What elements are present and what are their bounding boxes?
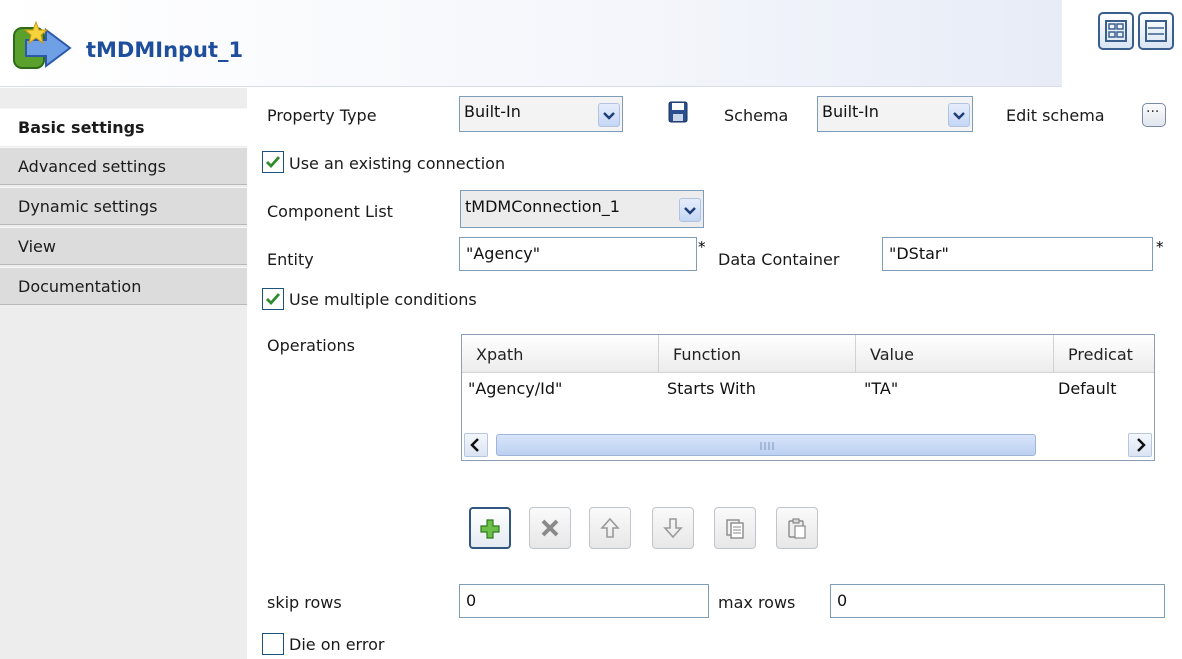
table-header: Xpath Function Value Predicat [462, 335, 1154, 373]
data-container-label: Data Container [718, 250, 840, 269]
operations-table[interactable]: Xpath Function Value Predicat "Agency/Id… [461, 334, 1155, 461]
column-header-function[interactable]: Function [659, 335, 856, 373]
operations-label: Operations [267, 336, 355, 355]
die-on-error-checkbox[interactable] [262, 633, 284, 655]
scroll-left-icon[interactable] [464, 433, 488, 457]
property-type-label: Property Type [267, 106, 377, 125]
tab-view[interactable]: View [0, 227, 247, 265]
chevron-down-icon[interactable] [948, 103, 970, 127]
delete-row-button[interactable] [529, 507, 571, 549]
edit-schema-button[interactable]: ... [1142, 100, 1166, 127]
row-layout-icon[interactable] [1138, 12, 1174, 50]
scroll-thumb[interactable] [496, 434, 1036, 456]
property-type-select[interactable]: Built-In [459, 96, 623, 132]
data-container-required-mark: * [1156, 238, 1164, 256]
max-rows-input[interactable]: 0 [830, 584, 1165, 618]
schema-value: Built-In [822, 102, 879, 121]
move-up-button[interactable] [589, 507, 631, 549]
use-existing-connection-checkbox[interactable] [262, 151, 284, 173]
component-list-select[interactable]: tMDMConnection_1 [460, 190, 704, 228]
cell-predicate[interactable]: Default [1054, 373, 1154, 405]
tab-basic-settings[interactable]: Basic settings [0, 108, 247, 146]
header-divider [0, 86, 1062, 87]
column-header-predicate[interactable]: Predicat [1054, 335, 1154, 373]
use-multiple-conditions-checkbox[interactable] [262, 288, 284, 310]
cell-xpath[interactable]: "Agency/Id" [462, 373, 659, 405]
move-down-icon [663, 518, 683, 539]
cell-function[interactable]: Starts With [659, 373, 856, 405]
tab-documentation[interactable]: Documentation [0, 267, 247, 305]
move-up-icon [600, 517, 620, 538]
delete-icon [541, 519, 559, 537]
scroll-right-icon[interactable] [1128, 433, 1152, 457]
paste-icon [788, 518, 806, 539]
property-type-value: Built-In [464, 102, 521, 121]
column-header-value[interactable]: Value [856, 335, 1054, 373]
schema-select[interactable]: Built-In [817, 96, 973, 132]
cell-value[interactable]: "TA" [856, 373, 1054, 405]
entity-label: Entity [267, 250, 314, 269]
chevron-down-icon[interactable] [679, 198, 701, 222]
add-icon [480, 519, 500, 539]
tab-dynamic-settings[interactable]: Dynamic settings [0, 187, 247, 225]
save-icon[interactable] [668, 101, 688, 123]
use-existing-connection-label: Use an existing connection [289, 154, 506, 173]
edit-schema-label: Edit schema [1006, 106, 1105, 125]
component-title: tMDMInput_1 [86, 38, 244, 62]
copy-button[interactable] [714, 507, 756, 549]
edit-schema-button-label: ... [1146, 100, 1160, 116]
paste-button[interactable] [776, 507, 818, 549]
schema-label: Schema [724, 106, 789, 125]
move-down-button[interactable] [652, 507, 694, 549]
data-container-input[interactable]: "DStar" [882, 237, 1153, 271]
use-multiple-conditions-label: Use multiple conditions [289, 290, 477, 309]
tab-advanced-settings[interactable]: Advanced settings [0, 147, 247, 185]
max-rows-label: max rows [718, 593, 796, 612]
entity-required-mark: * [698, 238, 706, 256]
settings-sidebar: Basic settings Advanced settings Dynamic… [0, 88, 247, 659]
component-list-value: tMDMConnection_1 [465, 197, 620, 216]
horizontal-scrollbar[interactable] [464, 433, 1152, 457]
column-header-xpath[interactable]: Xpath [462, 335, 659, 373]
add-row-button[interactable] [469, 507, 511, 549]
component-arrow-icon [12, 20, 74, 72]
skip-rows-label: skip rows [267, 593, 342, 612]
skip-rows-input[interactable]: 0 [459, 584, 709, 618]
grid-layout-icon[interactable] [1098, 12, 1134, 50]
component-list-label: Component List [267, 202, 393, 221]
die-on-error-label: Die on error [289, 635, 385, 654]
copy-icon [726, 519, 744, 539]
entity-input[interactable]: "Agency" [459, 237, 697, 271]
chevron-down-icon[interactable] [598, 103, 620, 127]
